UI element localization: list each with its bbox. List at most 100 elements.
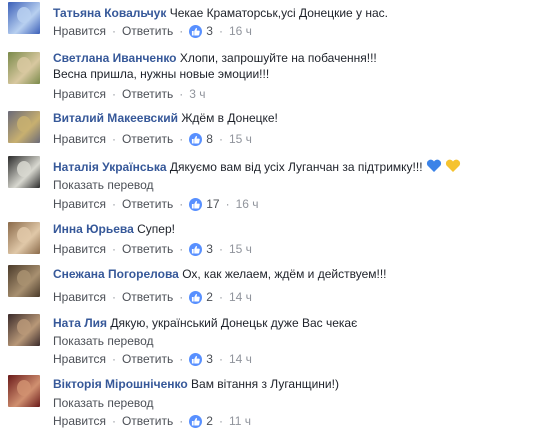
separator-dot: · (179, 352, 184, 366)
comment-first-line: Татьяна Ковальчук Чекае Краматорськ,усі … (53, 6, 388, 21)
separator-dot: · (218, 290, 223, 304)
separator-dot: · (179, 290, 184, 304)
likes-count-button[interactable]: 3 (189, 242, 213, 257)
reply-button[interactable]: Ответить (122, 197, 173, 212)
comment-actions: Нравится · Ответить · 17 · 16 ч (53, 197, 259, 212)
show-translation-link[interactable]: Показать перевод (53, 178, 154, 193)
like-button[interactable]: Нравится (53, 290, 106, 305)
likes-count: 8 (206, 132, 213, 146)
comment-text: Супер! (137, 222, 175, 236)
author-name-link[interactable]: Вікторія Мірошніченко (53, 377, 188, 391)
separator-dot: · (218, 132, 223, 146)
separator-dot: · (111, 197, 116, 211)
avatar-face (17, 116, 31, 132)
avatar[interactable] (8, 314, 40, 346)
show-translation-link[interactable]: Показать перевод (53, 396, 154, 411)
reply-button[interactable]: Ответить (122, 352, 173, 367)
separator-dot: · (111, 24, 116, 38)
separator-dot: · (179, 87, 184, 101)
separator-dot: · (179, 414, 184, 428)
comment-text: Дякуємо вам від усіх Луганчан за підтрим… (169, 160, 423, 174)
comment-text: Дякую, український Донецьк дуже Вас чека… (110, 316, 358, 330)
like-button[interactable]: Нравится (53, 132, 106, 147)
comment-text: Хлопи, запрошуйте на побачення!!! (179, 51, 377, 65)
show-translation-link[interactable]: Показать перевод (53, 334, 154, 349)
likes-count: 3 (206, 24, 213, 38)
comment-timestamp-link[interactable]: 16 ч (229, 24, 252, 39)
author-name-link[interactable]: Инна Юрьева (53, 222, 134, 236)
comment-text: Ох, как желаем, ждём и действуем!!! (182, 267, 387, 281)
avatar-face (17, 319, 31, 335)
avatar[interactable] (8, 156, 40, 188)
comment-first-line: Виталий Макеевский Ждём в Донецке! (53, 111, 278, 126)
reply-button[interactable]: Ответить (122, 132, 173, 147)
comment-text-line: Весна пришла, нужны новые эмоции!!! (53, 67, 269, 82)
author-name-link[interactable]: Виталий Макеевский (53, 111, 178, 125)
comment-timestamp-link[interactable]: 14 ч (229, 290, 252, 305)
comment-timestamp-link[interactable]: 3 ч (189, 87, 205, 102)
likes-count-button[interactable]: 8 (189, 132, 213, 147)
avatar-face (17, 57, 31, 73)
avatar-face (17, 380, 31, 396)
avatar-face (17, 270, 31, 286)
reply-button[interactable]: Ответить (122, 242, 173, 257)
reply-button[interactable]: Ответить (122, 290, 173, 305)
like-button[interactable]: Нравится (53, 24, 106, 39)
like-button[interactable]: Нравится (53, 414, 106, 429)
avatar[interactable] (8, 222, 40, 254)
likes-count: 17 (206, 197, 220, 211)
author-name-link[interactable]: Ната Лия (53, 316, 107, 330)
likes-count-button[interactable]: 2 (189, 414, 213, 429)
like-button[interactable]: Нравится (53, 352, 106, 367)
separator-dot: · (111, 414, 116, 428)
separator-dot: · (179, 132, 184, 146)
comment-timestamp-link[interactable]: 11 ч (229, 414, 251, 429)
author-name-link[interactable]: Светлана Иванченко (53, 51, 177, 65)
separator-dot: · (111, 352, 116, 366)
reply-button[interactable]: Ответить (122, 24, 173, 39)
thumbs-up-icon (189, 415, 203, 428)
likes-count: 3 (206, 352, 213, 366)
author-name-link[interactable]: Наталія Українська (53, 160, 167, 174)
comment-actions: Нравится · Ответить · 2 · 11 ч (53, 414, 251, 429)
like-button[interactable]: Нравится (53, 197, 106, 212)
avatar-face (17, 161, 31, 177)
thumbs-up-icon (189, 198, 203, 211)
author-name-link[interactable]: Татьяна Ковальчук (53, 6, 166, 20)
avatar[interactable] (8, 111, 40, 143)
separator-dot: · (218, 352, 223, 366)
comment-timestamp-link[interactable]: 15 ч (229, 242, 252, 257)
likes-count: 2 (206, 414, 213, 428)
comment-actions: Нравится · Ответить · 3 · 14 ч (53, 352, 252, 367)
likes-count-button[interactable]: 3 (189, 24, 213, 39)
comment-actions: Нравится · Ответить · 3 · 16 ч (53, 24, 252, 39)
like-button[interactable]: Нравится (53, 87, 106, 102)
avatar[interactable] (8, 375, 40, 407)
separator-dot: · (111, 290, 116, 304)
avatar[interactable] (8, 265, 40, 297)
separator-dot: · (225, 197, 230, 211)
reply-button[interactable]: Ответить (122, 414, 173, 429)
likes-count-button[interactable]: 2 (189, 290, 213, 305)
comment-first-line: Наталія Українська Дякуємо вам від усіх … (53, 159, 461, 175)
avatar[interactable] (8, 52, 40, 84)
reply-button[interactable]: Ответить (122, 87, 173, 102)
separator-dot: · (111, 87, 116, 101)
comment-actions: Нравится · Ответить · 3 · 15 ч (53, 242, 252, 257)
likes-count-button[interactable]: 17 (189, 197, 220, 212)
comment-timestamp-link[interactable]: 14 ч (229, 352, 252, 367)
comment-text: Вам вітання з Луганщини!) (191, 377, 339, 391)
comment-timestamp-link[interactable]: 16 ч (236, 197, 259, 212)
likes-count-button[interactable]: 3 (189, 352, 213, 367)
like-button[interactable]: Нравится (53, 242, 106, 257)
comment-first-line: Вікторія Мірошніченко Вам вітання з Луга… (53, 377, 339, 392)
comment-actions: Нравится · Ответить · 3 ч (53, 87, 206, 102)
separator-dot: · (111, 242, 116, 256)
yellow-heart-icon (445, 159, 460, 172)
thumbs-up-icon (189, 25, 203, 38)
avatar-face (17, 227, 31, 243)
avatar[interactable] (8, 2, 40, 34)
likes-count: 3 (206, 242, 213, 256)
author-name-link[interactable]: Снежана Погорелова (53, 267, 179, 281)
comment-timestamp-link[interactable]: 15 ч (229, 132, 252, 147)
